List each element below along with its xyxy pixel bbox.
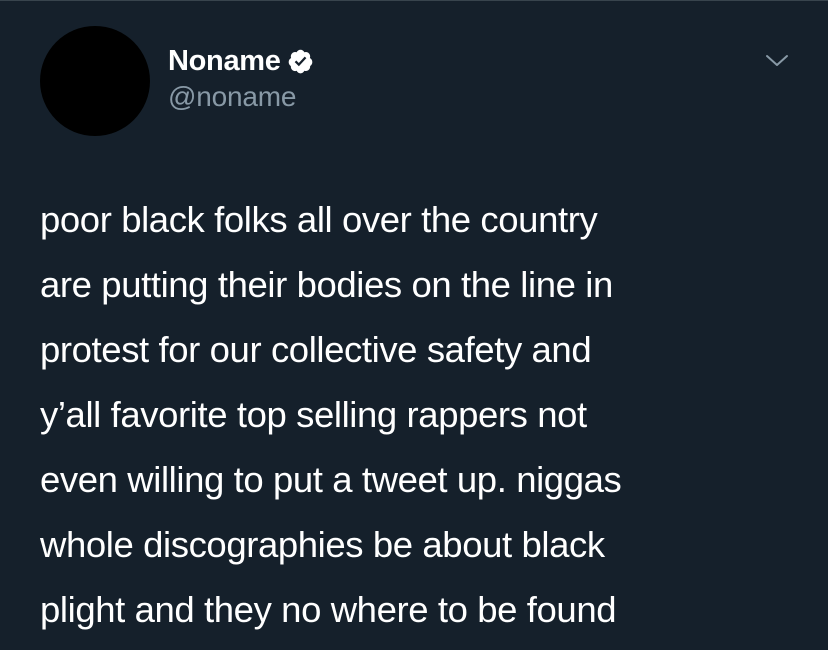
tweet-text-line: plight and they no where to be found xyxy=(40,589,617,630)
tweet-text-line: poor black folks all over the country xyxy=(40,199,598,240)
tweet-text-line: even willing to put a tweet up. niggas xyxy=(40,459,622,500)
display-name[interactable]: Noname xyxy=(168,45,281,78)
tweet-card: Noname @noname poor black folks all over… xyxy=(0,0,828,650)
verified-badge-icon xyxy=(287,48,314,75)
tweet-text-line: protest for our collective safety and xyxy=(40,329,592,370)
handle[interactable]: @noname xyxy=(168,81,314,113)
tweet-text-line: whole discographies be about black xyxy=(40,524,605,565)
tweet-text: poor black folks all over the country ar… xyxy=(40,187,800,642)
name-row: Noname xyxy=(168,41,314,81)
tweet-text-line: are putting their bodies on the line in xyxy=(40,264,613,305)
chevron-down-icon[interactable] xyxy=(764,51,790,71)
tweet-text-line: y’all favorite top selling rappers not xyxy=(40,394,587,435)
avatar[interactable] xyxy=(40,26,150,136)
author-info: Noname @noname xyxy=(168,41,314,113)
